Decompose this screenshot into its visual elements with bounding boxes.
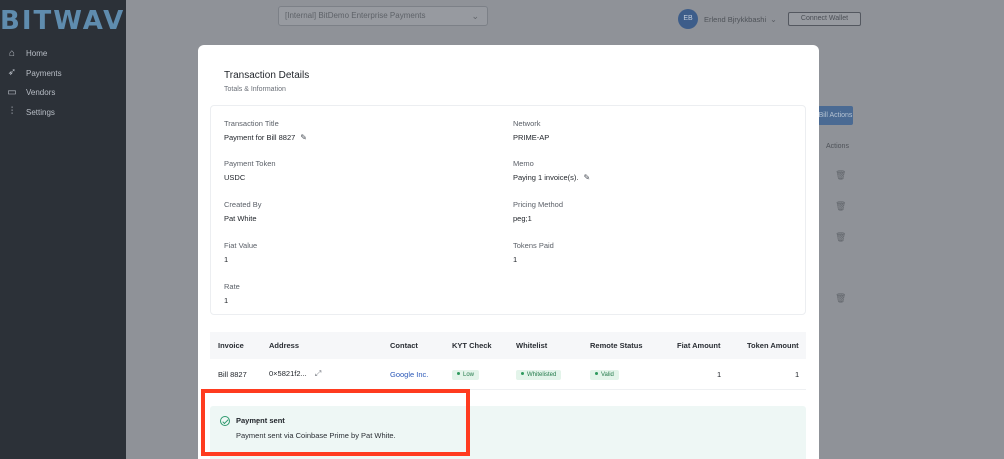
memo-value: Paying 1 invoice(s).	[513, 173, 579, 182]
chevron-down-icon: ⌄	[770, 14, 777, 24]
remote-status-badge: Valid	[590, 369, 619, 380]
bill-actions-button[interactable]: Bill Actions	[818, 106, 853, 125]
sidebar-item-label: Vendors	[26, 88, 56, 98]
trash-icon[interactable]: 🗑	[835, 232, 846, 243]
whitelist-badge-label: Whitelisted	[527, 371, 557, 378]
col-remote-status: Remote Status	[590, 341, 643, 350]
pencil-icon[interactable]: ✎	[583, 173, 590, 182]
cell-kyt: Low	[452, 369, 480, 380]
home-icon: ⌂	[8, 47, 16, 59]
sliders-icon: ⫶	[10, 106, 14, 118]
sidebar-item-label: Settings	[26, 107, 55, 117]
connect-wallet-button[interactable]: Connect Wallet	[788, 12, 861, 26]
col-address: Address	[269, 341, 300, 350]
invoice-table: Invoice Address Contact KYT Check Whitel…	[210, 332, 806, 390]
highlight-box	[201, 389, 470, 456]
col-contact: Contact	[390, 341, 418, 350]
col-fiat-amount: Fiat Amount	[677, 341, 721, 350]
user-menu[interactable]: EB Erlend Bjrykkbashi ⌄	[678, 9, 777, 29]
app-logo: BITWAVE	[0, 6, 145, 36]
inbox-icon: ▭	[7, 86, 17, 98]
status-dot-icon	[521, 372, 524, 376]
address-value: 0×5821f2...	[269, 369, 307, 378]
col-invoice: Invoice	[218, 341, 244, 350]
field-label: Created By	[224, 200, 262, 209]
table-header: Invoice Address Contact KYT Check Whitel…	[210, 332, 806, 359]
trash-icon[interactable]: 🗑	[835, 201, 846, 212]
sidebar-item-vendors[interactable]: ▭ Vendors	[6, 83, 62, 103]
sidebar-item-home[interactable]: ⌂ Home	[6, 44, 62, 64]
details-card: Transaction Title Payment for Bill 8827 …	[210, 105, 806, 315]
field-value: Payment for Bill 8827 ✎	[224, 133, 307, 142]
field-transaction-title: Transaction Title Payment for Bill 8827 …	[224, 119, 307, 142]
sidebar-item-payments[interactable]: ➶ Payments	[6, 64, 62, 84]
field-label: Network	[513, 119, 541, 128]
pencil-icon[interactable]: ✎	[300, 133, 307, 142]
field-value: 1	[224, 255, 229, 264]
topbar	[126, 0, 1004, 36]
field-created-by: Created By Pat White	[224, 200, 262, 223]
expand-icon[interactable]: ⤢	[315, 369, 321, 378]
field-value: peg;1	[513, 214, 532, 223]
field-tokens-paid: Tokens Paid 1	[513, 241, 554, 264]
cell-remote-status: Valid	[590, 369, 619, 380]
field-value: Paying 1 invoice(s). ✎	[513, 173, 590, 182]
cell-whitelist: Whitelisted	[516, 369, 562, 380]
kyt-badge: Low	[452, 369, 480, 380]
field-rate: Rate 1	[224, 282, 240, 305]
field-label: Rate	[224, 282, 240, 291]
whitelist-badge: Whitelisted	[516, 369, 562, 380]
sidebar-item-label: Home	[26, 49, 48, 59]
status-dot-icon	[595, 372, 598, 376]
transaction-title-value: Payment for Bill 8827	[224, 133, 296, 142]
status-dot-icon	[457, 372, 460, 376]
avatar: EB	[678, 9, 698, 29]
field-label: Tokens Paid	[513, 241, 554, 250]
field-payment-token: Payment Token USDC	[224, 159, 276, 182]
modal-title: Transaction Details	[224, 70, 310, 81]
field-label: Transaction Title	[224, 119, 279, 128]
field-value: 1	[224, 296, 229, 305]
cell-token-amount: 1	[795, 369, 800, 379]
field-label: Memo	[513, 159, 534, 168]
modal-subtitle: Totals & Information	[224, 86, 286, 93]
rocket-icon: ➶	[7, 67, 17, 79]
field-label: Pricing Method	[513, 200, 564, 209]
cell-fiat-amount: 1	[717, 369, 722, 379]
trash-icon[interactable]: 🗑	[835, 170, 846, 181]
col-whitelist: Whitelist	[516, 341, 548, 350]
col-kyt-check: KYT Check	[452, 341, 492, 350]
field-memo: Memo Paying 1 invoice(s). ✎	[513, 159, 590, 182]
trash-icon[interactable]: 🗑	[835, 293, 846, 304]
field-value: USDC	[224, 173, 246, 182]
sidebar: BITWAVE ⌂ Home ➶ Payments ▭ Vendors ⫶ Se…	[0, 0, 143, 459]
field-fiat-value: Fiat Value 1	[224, 241, 257, 264]
field-value: PRIME-AP	[513, 133, 550, 142]
field-value: 1	[513, 255, 518, 264]
contact-link[interactable]: Google Inc.	[390, 370, 428, 379]
org-select-value: [Internal] BitDemo Enterprise Payments	[285, 11, 426, 20]
actions-column-header: Actions	[826, 143, 849, 150]
user-name: Erlend Bjrykkbashi	[704, 14, 767, 24]
field-label: Payment Token	[224, 159, 276, 168]
col-token-amount: Token Amount	[747, 341, 799, 350]
field-pricing-method: Pricing Method peg;1	[513, 200, 563, 223]
field-value: Pat White	[224, 214, 257, 223]
chevron-down-icon: ⌄	[471, 11, 479, 21]
kyt-badge-label: Low	[463, 371, 475, 378]
table-row[interactable]: Bill 8827 0×5821f2... ⤢ Google Inc. Low …	[210, 359, 806, 390]
field-label: Fiat Value	[224, 241, 258, 250]
remote-status-badge-label: Valid	[601, 371, 614, 378]
sidebar-item-label: Payments	[26, 68, 62, 78]
cell-invoice: Bill 8827	[218, 369, 247, 379]
field-network: Network PRIME-AP	[513, 119, 549, 142]
sidebar-nav: ⌂ Home ➶ Payments ▭ Vendors ⫶ Settings	[6, 44, 62, 123]
cell-address: 0×5821f2... ⤢	[269, 369, 321, 379]
sidebar-item-settings[interactable]: ⫶ Settings	[6, 103, 62, 123]
org-select[interactable]: [Internal] BitDemo Enterprise Payments ⌄	[278, 6, 488, 26]
